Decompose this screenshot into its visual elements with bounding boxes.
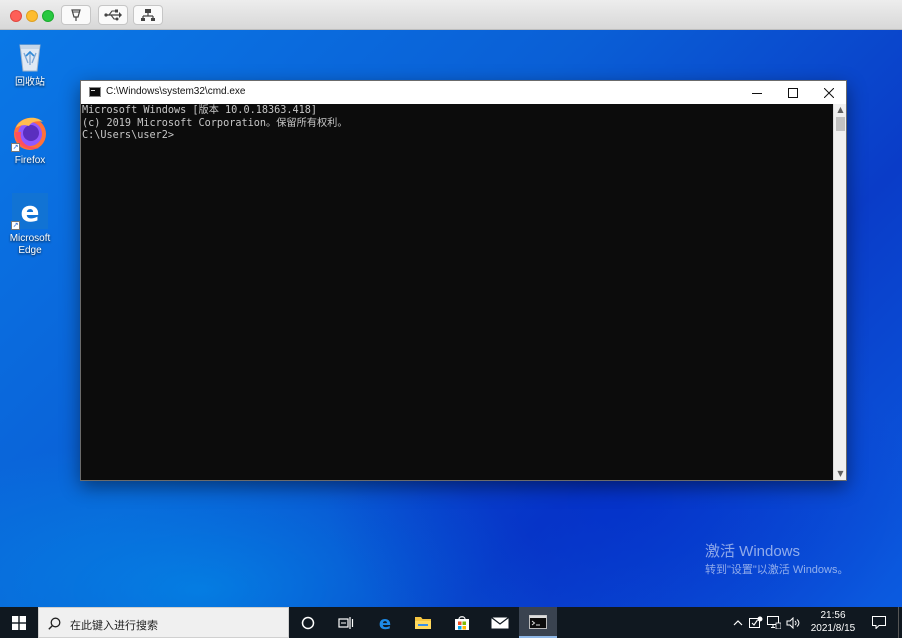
mail-icon [491, 616, 509, 628]
zoom-window-dot[interactable] [42, 10, 54, 22]
taskbar: 在此键入进行搜索 e 21:56 2021/8/15 [0, 607, 902, 638]
network-button[interactable] [133, 5, 163, 25]
console-prompt: C:\Users\user2> [82, 130, 175, 141]
shortcut-arrow-icon: ↗ [11, 143, 20, 152]
console-line: (c) 2019 Microsoft Corporation。保留所有权利。 [82, 117, 348, 129]
cmd-icon [89, 87, 101, 97]
tray-network[interactable] [766, 607, 782, 638]
desktop: 回收站 ↗ Firefox e ↗ Microsoft Edge C:\Wind… [0, 30, 902, 607]
minimize-button[interactable] [739, 81, 775, 104]
window-title: C:\Windows\system32\cmd.exe [106, 86, 246, 97]
network-tray-icon [767, 616, 781, 629]
taskbar-file-explorer[interactable] [404, 607, 442, 638]
desktop-icon-firefox[interactable]: ↗ Firefox [0, 114, 60, 167]
cortana-button[interactable] [289, 607, 327, 638]
tray-security[interactable] [748, 607, 764, 638]
minimize-window-dot[interactable] [26, 10, 38, 22]
show-hidden-icons-button[interactable] [731, 607, 745, 638]
security-icon [749, 616, 763, 628]
cmd-icon [529, 614, 547, 629]
edge-icon: e [379, 614, 391, 632]
desktop-icon-label: 回收站 [15, 77, 45, 88]
cmd-title-bar[interactable]: C:\Windows\system32\cmd.exe [81, 81, 846, 104]
close-window-dot[interactable] [10, 10, 22, 22]
taskbar-cmd[interactable] [519, 607, 557, 638]
activation-watermark: 激活 Windows 转到"设置"以激活 Windows。 [705, 543, 849, 577]
action-center-button[interactable] [868, 607, 890, 638]
scrollbar-thumb[interactable] [836, 117, 845, 131]
notification-icon [872, 616, 886, 629]
desktop-icon-label: Firefox [14, 155, 46, 166]
vertical-scrollbar[interactable]: ▲ ▼ [833, 104, 846, 480]
clock-date: 2021/8/15 [810, 623, 856, 634]
minimize-icon [752, 92, 762, 94]
task-view-button[interactable] [327, 607, 365, 638]
clock-time: 21:56 [820, 610, 846, 621]
usb-icon [104, 9, 122, 21]
shortcut-arrow-icon: ↗ [11, 221, 20, 230]
console-output[interactable]: Microsoft Windows [版本 10.0.18363.418] (c)… [81, 104, 833, 480]
maximize-icon [788, 87, 798, 98]
restore-icon [71, 9, 81, 21]
desktop-icon-edge[interactable]: e ↗ Microsoft Edge [0, 192, 60, 257]
cortana-icon [301, 616, 315, 629]
console-line: Microsoft Windows [版本 10.0.18363.418] [82, 105, 318, 116]
maximize-button[interactable] [775, 81, 811, 104]
watermark-subtitle: 转到"设置"以激活 Windows。 [705, 564, 849, 576]
taskbar-store[interactable] [443, 607, 481, 638]
watermark-title: 激活 Windows [705, 543, 801, 560]
usb-button[interactable] [98, 5, 128, 25]
store-icon [455, 615, 469, 630]
task-view-icon [338, 616, 354, 629]
search-icon [48, 617, 61, 630]
taskbar-mail[interactable] [481, 607, 519, 638]
restore-snapshot-button[interactable] [61, 5, 91, 25]
show-desktop-button[interactable] [898, 607, 902, 638]
start-button[interactable] [0, 607, 37, 638]
taskbar-clock[interactable]: 21:56 2021/8/15 [806, 609, 860, 635]
svg-text:e: e [379, 614, 391, 632]
desktop-icon-label: Microsoft Edge [9, 233, 51, 256]
scroll-down-icon[interactable]: ▼ [834, 468, 847, 480]
network-icon [141, 9, 155, 21]
recycle-bin-icon [19, 44, 41, 72]
scroll-up-icon[interactable]: ▲ [834, 104, 847, 116]
taskbar-edge[interactable]: e [366, 607, 404, 638]
search-placeholder: 在此键入进行搜索 [70, 619, 158, 632]
windows-start-icon [11, 615, 26, 630]
file-explorer-icon [415, 617, 431, 629]
desktop-icon-recycle-bin[interactable]: 回收站 [0, 36, 60, 89]
volume-icon [786, 616, 800, 629]
close-icon [824, 87, 834, 98]
tray-volume[interactable] [785, 607, 801, 638]
host-toolbar [0, 0, 902, 30]
close-button[interactable] [811, 81, 847, 104]
chevron-up-icon [733, 619, 743, 625]
cmd-window[interactable]: C:\Windows\system32\cmd.exe Microsoft Wi… [80, 80, 847, 481]
taskbar-search-box[interactable]: 在此键入进行搜索 [38, 607, 289, 638]
svg-text:e: e [21, 195, 40, 228]
